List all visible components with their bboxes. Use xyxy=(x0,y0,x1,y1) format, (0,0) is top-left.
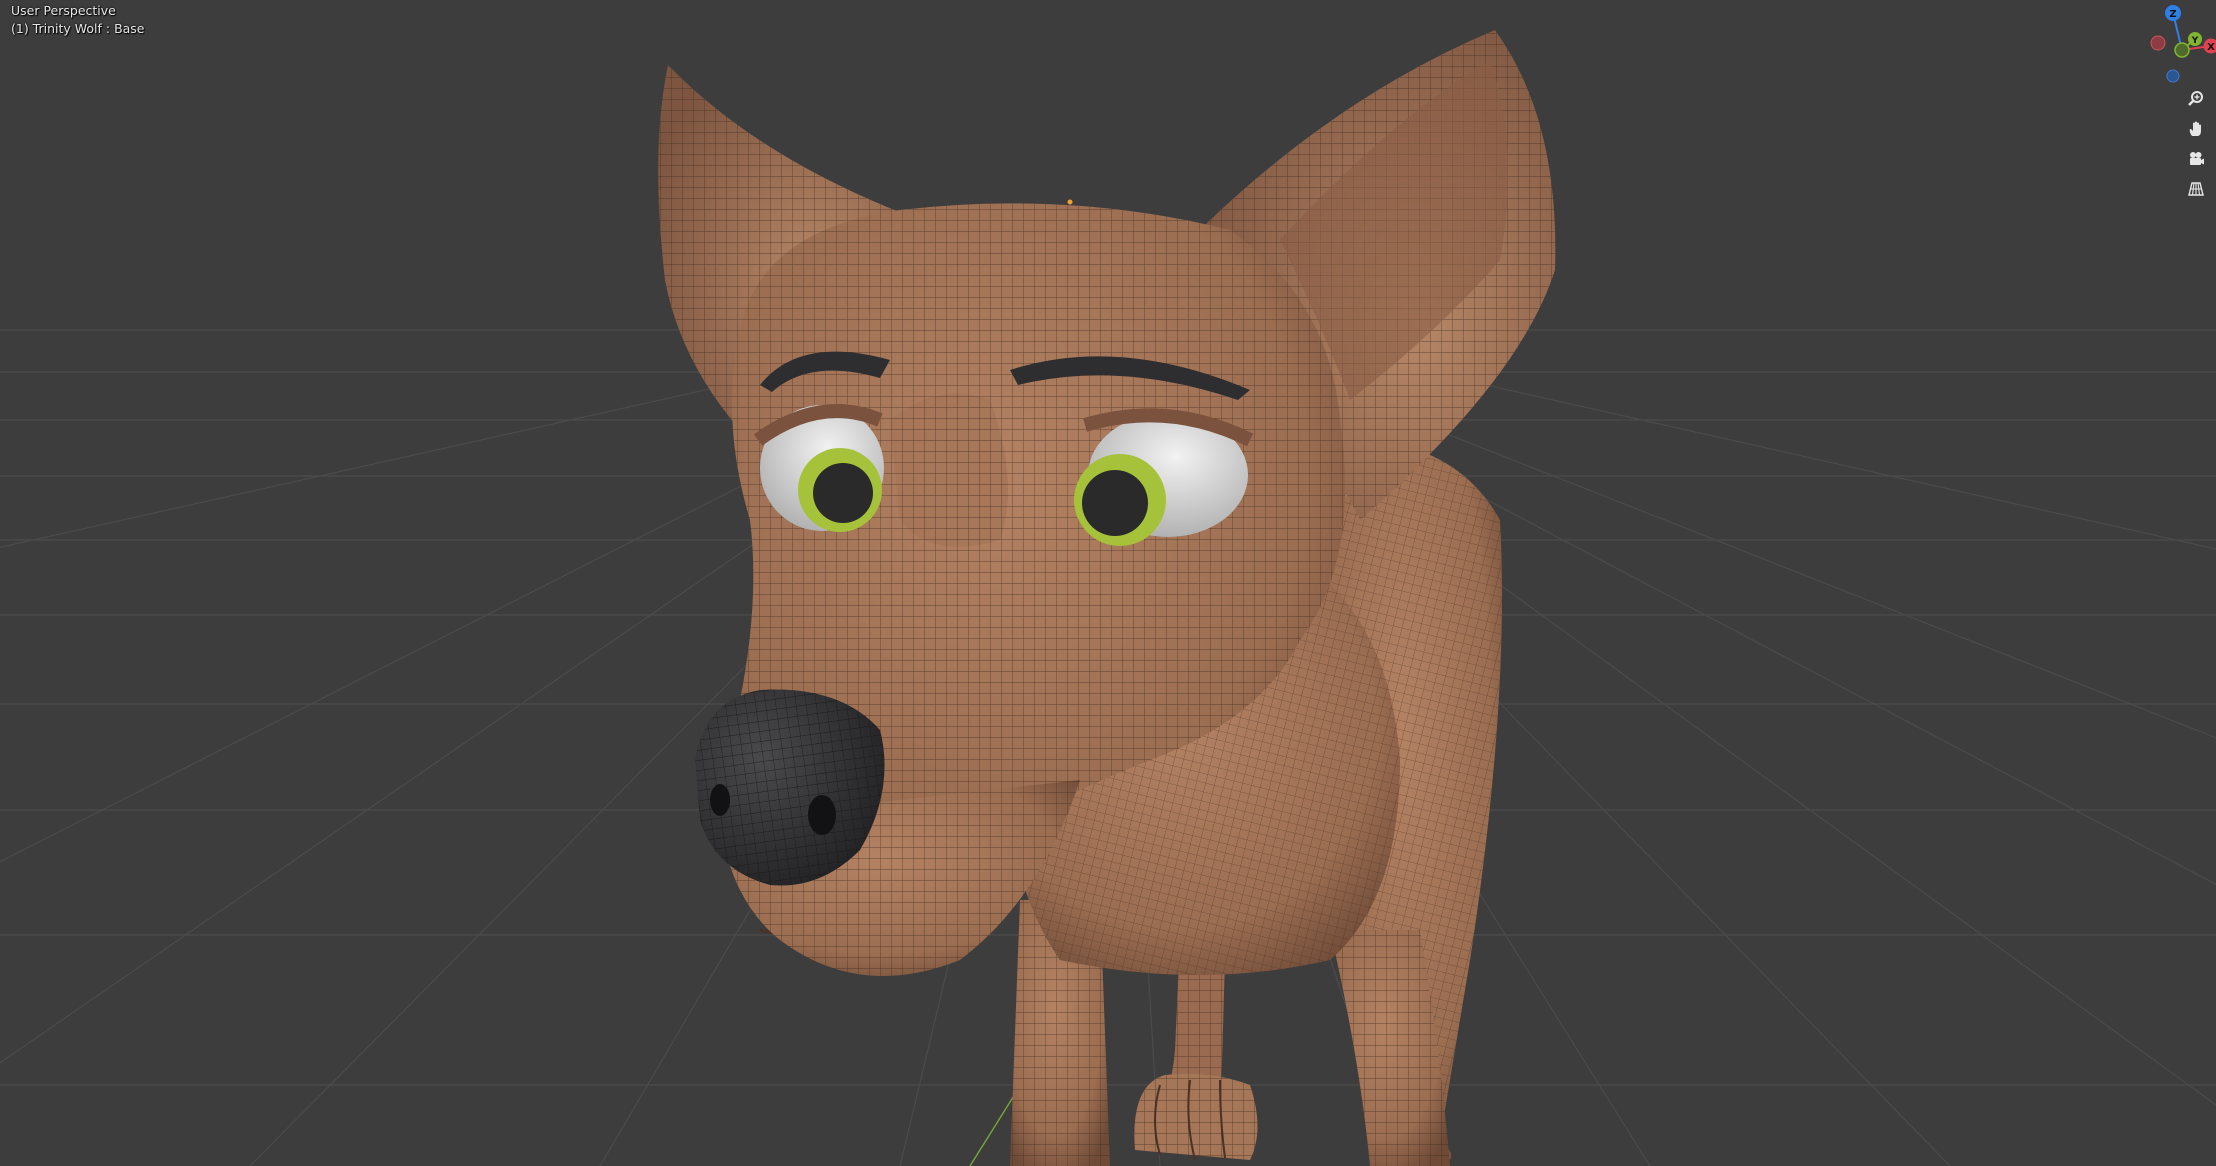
gizmo-x-axis-icon[interactable]: X xyxy=(2203,38,2216,54)
grid-perspective-icon xyxy=(2188,182,2204,196)
object-origin xyxy=(1067,199,1073,205)
pan-button[interactable] xyxy=(2184,117,2208,141)
zoom-button[interactable] xyxy=(2184,87,2208,111)
hand-pan-icon xyxy=(2189,121,2201,136)
scene-canvas[interactable] xyxy=(0,0,2216,1166)
wolf-model[interactable] xyxy=(658,30,1556,1166)
svg-text:Y: Y xyxy=(2191,36,2199,46)
gizmo-neg-y-icon[interactable] xyxy=(2174,42,2190,58)
gizmo-z-axis-icon[interactable]: Z xyxy=(2165,5,2181,21)
svg-text:Z: Z xyxy=(2169,9,2176,20)
gizmo-neg-z-icon[interactable] xyxy=(2166,69,2180,83)
perspective-toggle-button[interactable] xyxy=(2184,177,2208,201)
zoom-icon xyxy=(2188,91,2203,106)
navigation-gizmo[interactable]: Z Y X xyxy=(2116,0,2216,90)
3d-viewport[interactable]: User Perspective (1) Trinity Wolf : Base… xyxy=(0,0,2216,1166)
active-object-info: (1) Trinity Wolf : Base xyxy=(11,21,145,36)
view-title: User Perspective xyxy=(11,3,116,18)
camera-view-button[interactable] xyxy=(2184,147,2208,171)
camera-icon xyxy=(2190,152,2204,165)
gizmo-y-axis-icon[interactable]: Y xyxy=(2188,32,2202,46)
gizmo-neg-x-icon[interactable] xyxy=(2150,35,2166,51)
svg-text:X: X xyxy=(2207,42,2215,53)
